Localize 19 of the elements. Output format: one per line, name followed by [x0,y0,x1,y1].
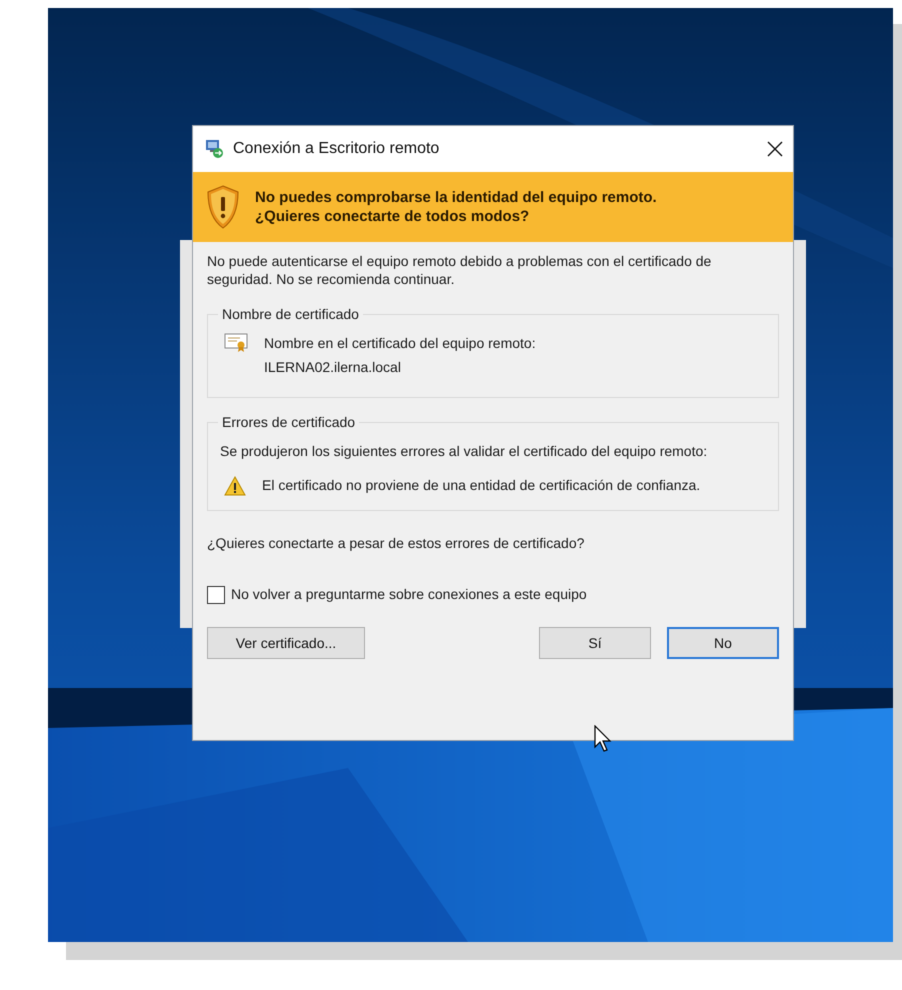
dialog-button[interactable]: Sí [539,627,651,659]
shield-warning-icon [207,185,239,229]
dialog-button[interactable]: Ver certificado... [207,627,365,659]
certificate-text: Nombre en el certificado del equipo remoto: [264,334,536,353]
dont-ask-checkbox[interactable]: No volver a preguntarme sobre conexiones a este equipo [207,584,587,605]
certificate-text: ILERNA02.ilerna.local [264,358,402,377]
question-text: ¿Quieres conectarte a pesar de estos errores de certificado? [207,534,586,553]
warning-icon [224,476,246,496]
banner-heading: ¿Quieres conectarte de todos modos? [255,207,530,226]
banner-heading: No puedes comprobarse la identidad del equipo remoto. [255,188,657,207]
certificate-icon [224,333,248,353]
error-text: El certificado no proviene de una entidad de certificación de confianza. [262,476,702,495]
cursor-icon [594,725,612,753]
dialog-button[interactable]: No [667,627,779,659]
close-icon[interactable] [767,141,783,157]
window-title: Conexión a Escritorio remoto [233,139,440,159]
remote-desktop-icon [205,139,225,159]
errors-description: Se produjeron los siguientes errores al validar el certificado del equipo remoto: [220,442,708,461]
intro-text: No puede autenticarse el equipo remoto debido a problemas con el certificado de seguridad. No se recomienda continuar. [207,252,712,288]
